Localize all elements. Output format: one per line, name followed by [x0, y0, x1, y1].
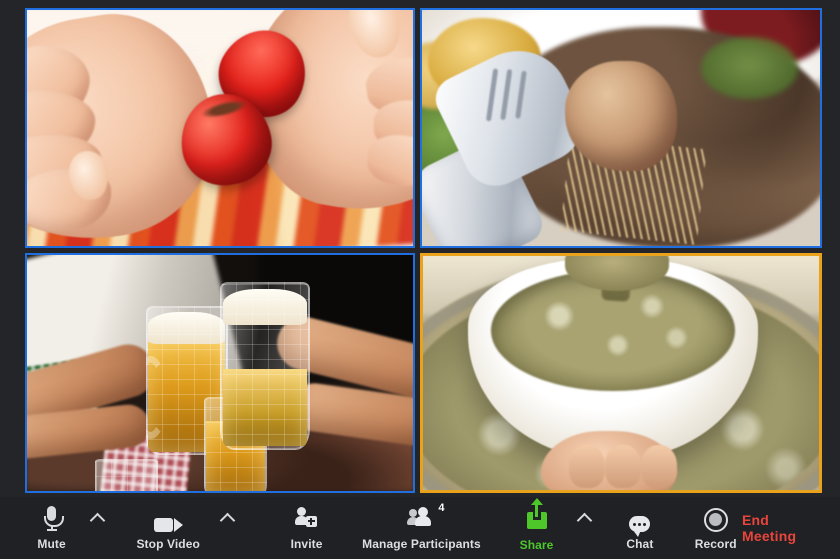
- record-circle-icon: [703, 506, 728, 532]
- people-group-icon: 4: [407, 502, 444, 532]
- invite-button[interactable]: Invite: [281, 500, 332, 556]
- record-label: Record: [694, 536, 737, 551]
- video-options-chevron-up-icon[interactable]: [215, 500, 239, 556]
- stop-video-button[interactable]: Stop Video: [134, 500, 203, 556]
- manage-participants-label: Manage Participants: [362, 536, 481, 551]
- participant-count-badge: 4: [438, 501, 445, 514]
- meeting-toolbar: Mute Stop Video Invite 4 Manage Particip…: [0, 497, 840, 559]
- invite-label: Invite: [290, 536, 323, 551]
- chat-button[interactable]: Chat: [618, 500, 661, 556]
- video-tile-1[interactable]: [25, 8, 415, 248]
- video-feed-beer: [25, 253, 415, 493]
- stop-video-label: Stop Video: [136, 536, 200, 551]
- video-feed-eggs: [25, 8, 415, 248]
- chat-label: Chat: [626, 537, 654, 551]
- share-label: Share: [519, 537, 554, 552]
- video-feed-roast: [420, 8, 822, 248]
- audio-options-chevron-up-icon[interactable]: [85, 500, 109, 556]
- mute-button[interactable]: Mute: [30, 500, 73, 556]
- end-meeting-button[interactable]: End Meeting: [742, 512, 822, 544]
- record-button[interactable]: Record: [689, 500, 742, 556]
- manage-participants-button[interactable]: 4 Manage Participants: [356, 500, 487, 556]
- zoom-meeting-window: Mute Stop Video Invite 4 Manage Particip…: [0, 0, 840, 559]
- video-tile-4[interactable]: [420, 253, 822, 493]
- video-feed-soup: [420, 253, 822, 493]
- mute-label: Mute: [37, 536, 66, 551]
- video-camera-icon: [153, 506, 183, 532]
- share-screen-icon: [526, 497, 547, 533]
- share-screen-button[interactable]: Share: [513, 497, 560, 556]
- chat-bubble-icon: [629, 505, 651, 537]
- video-tile-2[interactable]: [420, 8, 822, 248]
- video-tile-3[interactable]: [25, 253, 415, 493]
- microphone-icon: [39, 505, 65, 532]
- video-gallery: [25, 8, 822, 493]
- person-add-icon: [294, 506, 319, 532]
- share-options-chevron-up-icon[interactable]: [572, 500, 596, 556]
